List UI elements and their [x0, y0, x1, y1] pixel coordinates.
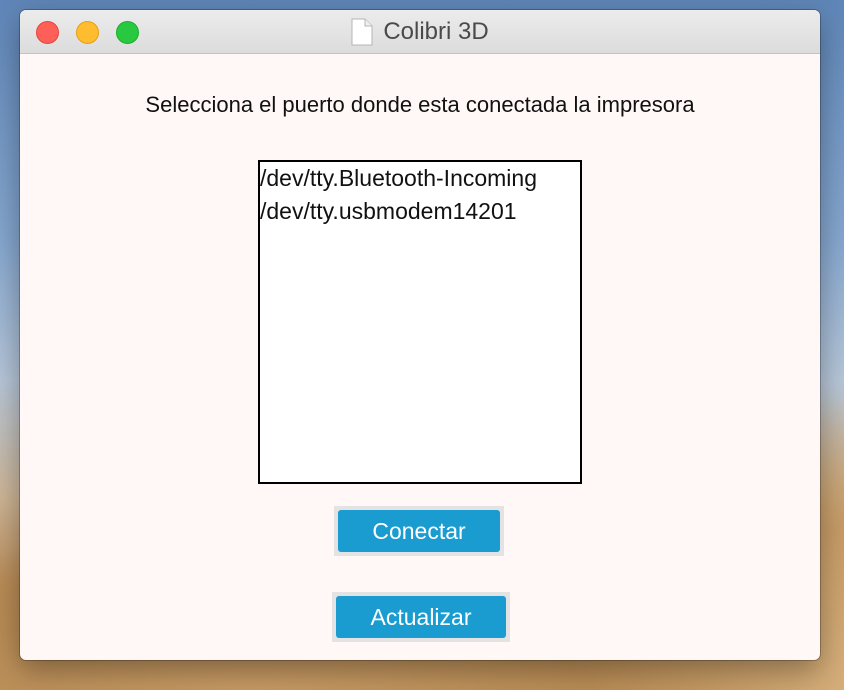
refresh-button[interactable]: Actualizar: [336, 596, 506, 638]
window-title-group: Colibri 3D: [20, 10, 820, 54]
refresh-button-frame: Actualizar: [332, 592, 510, 642]
port-list-item[interactable]: /dev/tty.Bluetooth-Incoming: [260, 162, 580, 195]
window-title: Colibri 3D: [383, 18, 489, 45]
port-list-item[interactable]: /dev/tty.usbmodem14201: [260, 195, 580, 228]
window-content: Selecciona el puerto donde esta conectad…: [20, 54, 820, 660]
title-bar[interactable]: Colibri 3D: [20, 10, 820, 54]
app-window: Colibri 3D Selecciona el puerto donde es…: [20, 10, 820, 660]
connect-button[interactable]: Conectar: [338, 510, 500, 552]
document-icon: [351, 18, 373, 46]
port-prompt-label: Selecciona el puerto donde esta conectad…: [145, 92, 695, 117]
port-list[interactable]: /dev/tty.Bluetooth-Incoming /dev/tty.usb…: [258, 160, 582, 484]
connect-button-frame: Conectar: [334, 506, 504, 556]
